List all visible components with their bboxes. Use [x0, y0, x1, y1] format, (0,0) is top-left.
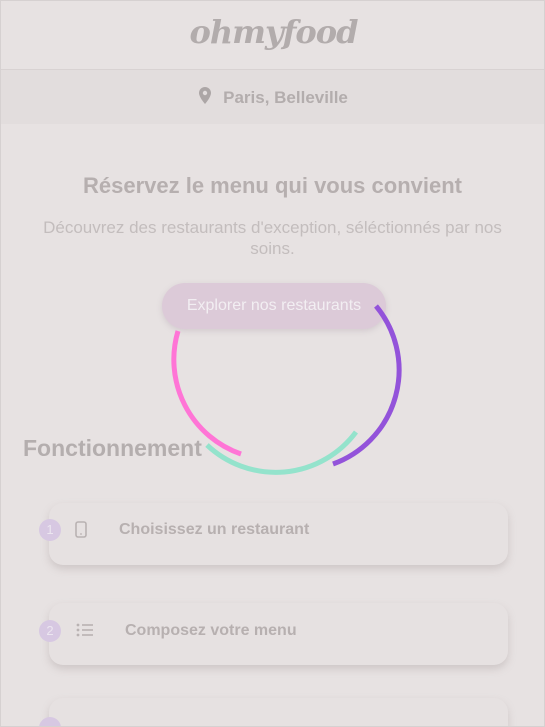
location-text: Paris, Belleville	[223, 88, 348, 107]
list-icon	[76, 623, 94, 642]
section-title-how-it-works: Fonctionnement	[23, 435, 202, 461]
hero-title: Réservez le menu qui vous convient	[82, 173, 462, 198]
hero-subtitle: Découvrez des restaurants d'exception, s…	[43, 218, 502, 258]
step-label-1: Choisissez un restaurant	[119, 521, 310, 538]
spinner-arc-purple	[332, 304, 402, 467]
header: ohmyfood	[1, 1, 544, 70]
step-number-2: 2	[39, 620, 61, 642]
phone-icon	[75, 521, 87, 543]
step-number-1: 1	[39, 519, 61, 541]
location-bar: Paris, Belleville	[1, 70, 544, 124]
page: ohmyfood Paris, Belleville Réservez le m…	[0, 0, 545, 727]
step-card-3[interactable]	[49, 698, 508, 726]
spinner-arc-teal	[205, 430, 359, 475]
step-label-2: Composez votre menu	[125, 622, 297, 639]
logo[interactable]: ohmyfood	[1, 13, 544, 51]
map-pin-icon	[199, 87, 212, 109]
